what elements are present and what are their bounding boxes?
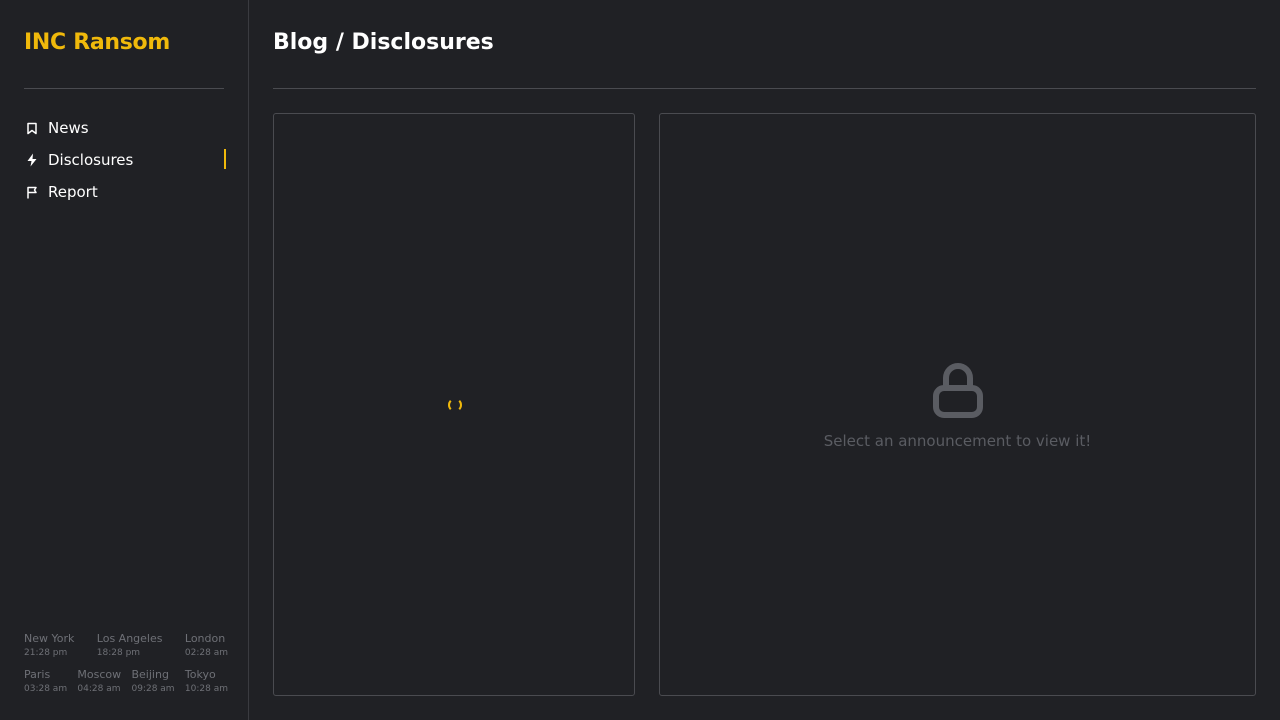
empty-state: Select an announcement to view it! <box>660 360 1255 450</box>
sidebar: INC Ransom News Disclosures Report New Y… <box>0 0 249 720</box>
clock-city: Tokyo <box>184 668 216 681</box>
sidebar-item-disclosures[interactable]: Disclosures <box>24 144 228 176</box>
clock-london: London 02:28 am <box>185 632 228 660</box>
clock-time: 02:28 am <box>184 648 228 658</box>
clock-paris: Paris 03:28 am <box>24 668 67 696</box>
page-title: Blog / Disclosures <box>273 30 494 55</box>
clock-tokyo: Tokyo 10:28 am <box>185 668 228 696</box>
clock-time: 09:28 am <box>131 684 175 694</box>
sidebar-item-news[interactable]: News <box>24 112 228 144</box>
brand-logo-text[interactable]: INC Ransom <box>24 30 170 55</box>
lightning-bolt-icon <box>24 152 40 168</box>
clock-time: 03:28 am <box>24 684 68 694</box>
loading-spinner <box>448 398 462 412</box>
clock-new-york: New York 21:28 pm <box>24 632 74 660</box>
clock-beijing: Beijing 09:28 am <box>131 668 174 696</box>
clock-city: New York <box>24 632 75 645</box>
sidebar-nav: News Disclosures Report <box>24 112 228 208</box>
empty-state-message: Select an announcement to view it! <box>823 432 1092 450</box>
clock-time: 18:28 pm <box>96 648 141 658</box>
clock-moscow: Moscow 04:28 am <box>77 668 121 696</box>
announcement-viewer-panel: Select an announcement to view it! <box>659 113 1256 696</box>
flag-icon <box>24 184 40 200</box>
sidebar-item-label: Disclosures <box>48 151 134 169</box>
sidebar-divider <box>24 88 224 89</box>
clock-city: Moscow <box>77 668 122 681</box>
clock-city: Los Angeles <box>96 632 163 645</box>
sidebar-item-label: News <box>48 119 89 137</box>
sidebar-item-report[interactable]: Report <box>24 176 228 208</box>
header-divider <box>273 88 1256 89</box>
bookmark-icon <box>24 120 40 136</box>
clock-time: 21:28 pm <box>24 648 68 658</box>
clock-time: 04:28 am <box>77 684 121 694</box>
lock-icon <box>660 360 1255 422</box>
clock-los-angeles: Los Angeles 18:28 pm <box>97 632 163 660</box>
clock-city: Beijing <box>131 668 169 681</box>
clock-city: London <box>184 632 226 645</box>
announcement-list-panel[interactable] <box>273 113 635 696</box>
world-clocks: New York 21:28 pm Los Angeles 18:28 pm L… <box>24 632 228 704</box>
sidebar-item-label: Report <box>48 183 98 201</box>
clock-time: 10:28 am <box>184 684 228 694</box>
clock-city: Paris <box>24 668 51 681</box>
